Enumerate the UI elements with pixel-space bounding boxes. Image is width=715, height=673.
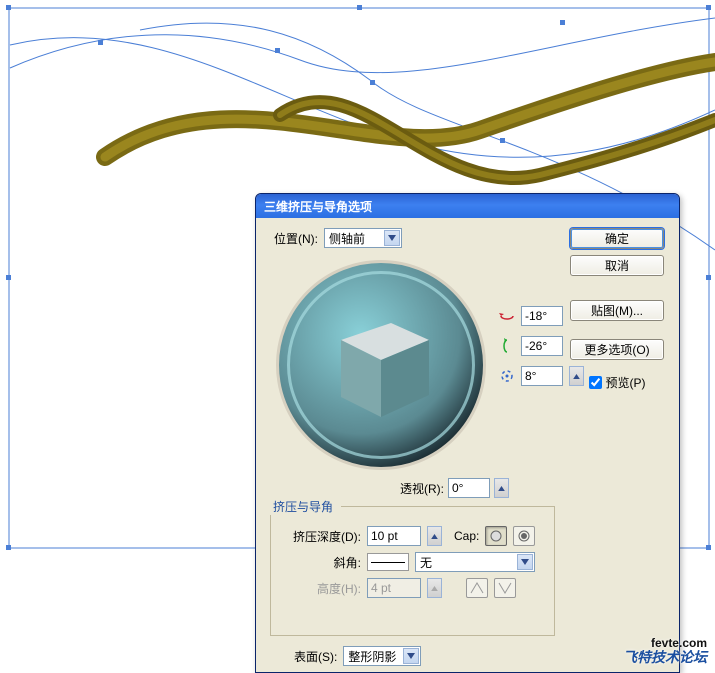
watermark: fevte.com 飞特技术论坛 <box>623 634 707 664</box>
surface-label: 表面(S): <box>294 648 337 665</box>
bevel-preview <box>367 553 409 571</box>
trackball-preview[interactable] <box>276 260 486 470</box>
extrude-bevel-dialog: 三维挤压与导角选项 位置(N): 侧轴前 -18° -26° <box>255 193 680 673</box>
cap-off-button[interactable] <box>513 526 535 546</box>
cancel-button[interactable]: 取消 <box>570 255 664 276</box>
height-stepper <box>427 578 442 598</box>
perspective-stepper[interactable] <box>494 478 509 498</box>
preview-checkbox-input[interactable] <box>589 376 602 389</box>
more-options-button[interactable]: 更多选项(O) <box>570 339 664 360</box>
bevel-label: 斜角: <box>281 554 361 571</box>
position-combo[interactable]: 侧轴前 <box>324 228 402 248</box>
rotate-x-icon <box>499 308 515 324</box>
dialog-titlebar[interactable]: 三维挤压与导角选项 <box>256 194 679 218</box>
extrude-legend: 挤压与导角 <box>269 498 337 515</box>
rotate-y-input[interactable]: -26° <box>521 336 563 356</box>
chevron-down-icon[interactable] <box>517 554 533 570</box>
preview-checkbox[interactable]: 预览(P) <box>589 374 646 391</box>
cap-on-button[interactable] <box>485 526 507 546</box>
cap-label: Cap: <box>454 529 479 543</box>
position-value: 侧轴前 <box>329 230 365 247</box>
bevel-in-icon <box>494 578 516 598</box>
cube-icon <box>316 305 446 425</box>
surface-combo[interactable]: 整形阴影 <box>343 646 421 666</box>
rotate-x-input[interactable]: -18° <box>521 306 563 326</box>
ok-button[interactable]: 确定 <box>570 228 664 249</box>
rotate-z-input[interactable]: 8° <box>521 366 563 386</box>
depth-stepper[interactable] <box>427 526 442 546</box>
rotate-y-icon <box>499 338 515 354</box>
chevron-down-icon[interactable] <box>403 648 419 664</box>
perspective-label: 透视(R): <box>400 480 444 497</box>
dialog-title: 三维挤压与导角选项 <box>264 198 372 215</box>
bevel-out-icon <box>466 578 488 598</box>
bevel-combo[interactable]: 无 <box>415 552 535 572</box>
position-label: 位置(N): <box>274 230 318 247</box>
depth-label: 挤压深度(D): <box>281 528 361 545</box>
rotate-z-icon <box>499 368 515 384</box>
height-label: 高度(H): <box>281 580 361 597</box>
depth-input[interactable]: 10 pt <box>367 526 421 546</box>
map-art-button[interactable]: 贴图(M)... <box>570 300 664 321</box>
height-input: 4 pt <box>367 578 421 598</box>
chevron-down-icon[interactable] <box>384 230 400 246</box>
perspective-input[interactable]: 0° <box>448 478 490 498</box>
